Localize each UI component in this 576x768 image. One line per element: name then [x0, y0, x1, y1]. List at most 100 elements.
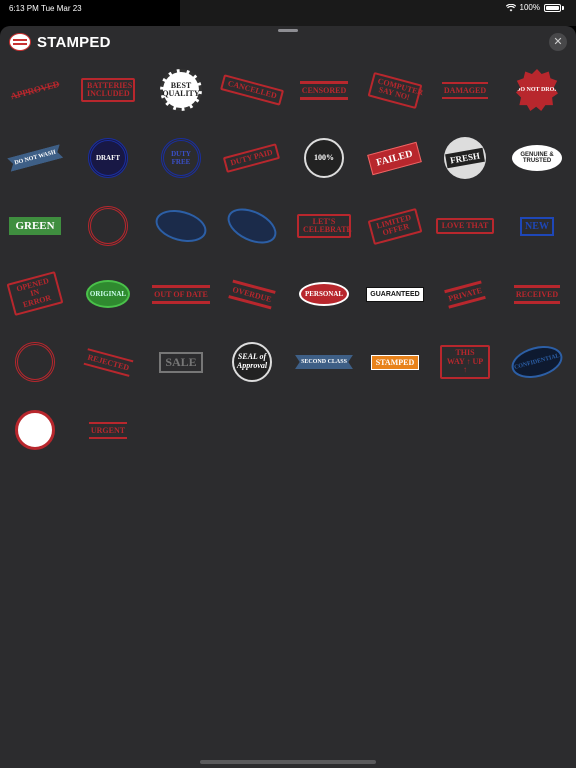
- app-title: STAMPED: [37, 34, 111, 51]
- close-button[interactable]: ✕: [549, 33, 567, 51]
- sticker-cancelled[interactable]: CANCELLED: [219, 62, 285, 118]
- sticker-label: CANCELLED: [219, 74, 285, 106]
- sticker-label: GREEN: [9, 217, 61, 235]
- sticker-label: APPROVED: [9, 78, 61, 102]
- sticker-censored[interactable]: CENSORED: [292, 62, 356, 118]
- sticker-computer-say-no[interactable]: COMPUTER SAY NO!: [363, 62, 427, 118]
- app-icon: [9, 33, 31, 51]
- status-date: Tue Mar 23: [41, 4, 82, 13]
- sticker-damaged[interactable]: DAMAGED: [433, 62, 497, 118]
- sticker-personal[interactable]: PERSONAL: [292, 266, 356, 322]
- sticker-label: [152, 204, 210, 248]
- sticker-label: FRESH: [445, 147, 485, 169]
- sticker-approved[interactable]: APPROVED: [3, 62, 67, 118]
- status-right: 100%: [505, 3, 564, 12]
- sticker-label: REJECTED: [83, 347, 133, 377]
- sticker-duty-free[interactable]: DUTY FREE: [149, 130, 213, 186]
- sticker-label: RECEIVED: [513, 284, 561, 304]
- sticker-label: LET'S CELEBRATE: [297, 213, 352, 239]
- sticker-label: DAMAGED: [441, 81, 489, 99]
- sticker-genuine-trusted[interactable]: GENUINE & TRUSTED: [505, 130, 569, 186]
- sticker-label: OVERDUE: [228, 279, 276, 309]
- sticker-guaranteed[interactable]: GUARANTEED: [363, 266, 427, 322]
- battery-cap: [562, 5, 564, 10]
- sticker-do-not-wash[interactable]: DO NOT WASH: [3, 130, 67, 186]
- sticker-label: GENUINE & TRUSTED: [512, 145, 562, 171]
- sticker-label: PERSONAL: [299, 282, 349, 306]
- sticker-this-way-up[interactable]: THIS WAY ↑ UP ↑: [433, 334, 497, 390]
- home-indicator: [200, 760, 376, 764]
- sticker-label: BATTERIES INCLUDED: [81, 77, 135, 103]
- sticker-label: FAILED: [367, 141, 423, 175]
- sticker-received[interactable]: RECEIVED: [505, 266, 569, 322]
- sticker-label: DUTY FREE: [161, 138, 201, 178]
- sticker-sheet: STAMPED ✕ APPROVED BATTERIES INCLUDED BE…: [0, 26, 576, 768]
- sticker-label: SECOND CLASS: [295, 355, 353, 369]
- sticker-fresh[interactable]: FRESH: [433, 130, 497, 186]
- sticker-label: SALE: [159, 351, 203, 373]
- sticker-badge: FRESH: [444, 137, 486, 179]
- sticker-limited-offer[interactable]: LIMITED OFFER: [363, 198, 427, 254]
- sticker-label: ORIGINAL: [86, 280, 130, 308]
- sticker-label: OUT OF DATE: [152, 284, 210, 304]
- sticker-label: CENSORED: [299, 80, 349, 100]
- status-bar: 6:13 PM Tue Mar 23 100%: [0, 0, 576, 26]
- sticker-recycle-seal[interactable]: [3, 334, 67, 390]
- sticker-label: THIS WAY ↑ UP ↑: [440, 345, 490, 379]
- sticker-love-that[interactable]: LOVE THAT: [433, 198, 497, 254]
- sticker-private[interactable]: PRIVATE: [433, 266, 497, 322]
- sticker-stamped[interactable]: STAMPED: [363, 334, 427, 390]
- sticker-label: CONFIDENTIAL: [508, 340, 566, 384]
- sticker-confidential[interactable]: CONFIDENTIAL: [505, 334, 569, 390]
- sticker-blue-oval[interactable]: [149, 198, 213, 254]
- sticker-label: BEST QUALITY: [160, 69, 202, 111]
- sticker-lets-celebrate[interactable]: LET'S CELEBRATE: [292, 198, 356, 254]
- sticker-100-percent[interactable]: 100%: [292, 130, 356, 186]
- sticker-failed[interactable]: FAILED: [363, 130, 427, 186]
- sticker-sale[interactable]: SALE: [149, 334, 213, 390]
- sticker-label: STAMPED: [370, 354, 420, 370]
- sticker-duty-paid[interactable]: DUTY PAID: [220, 130, 284, 186]
- sticker-red-seal[interactable]: [76, 198, 140, 254]
- battery-percent: 100%: [519, 3, 540, 12]
- sticker-label: PRIVATE: [443, 279, 486, 309]
- sticker-label: GUARANTEED: [366, 286, 424, 302]
- sheet-header: STAMPED ✕: [0, 26, 576, 62]
- sticker-out-of-date[interactable]: OUT OF DATE: [149, 266, 213, 322]
- sticker-label: [88, 206, 128, 246]
- sticker-label: DRAFT: [88, 138, 128, 178]
- sticker-grid: APPROVED BATTERIES INCLUDED BEST QUALITY…: [0, 62, 576, 462]
- sticker-blue-oval-2[interactable]: [220, 198, 284, 254]
- sticker-original[interactable]: ORIGINAL: [76, 266, 140, 322]
- sticker-seal-of-approval[interactable]: SEAL of Approval: [220, 334, 284, 390]
- sticker-label: DO NOT WASH: [7, 144, 63, 172]
- sticker-label: DO NOT DROP: [516, 69, 558, 111]
- sticker-best-quality[interactable]: BEST QUALITY: [149, 62, 213, 118]
- sticker-do-not-drop[interactable]: DO NOT DROP: [505, 62, 569, 118]
- sticker-label: LIMITED OFFER: [367, 207, 423, 245]
- sticker-label: 100%: [304, 138, 344, 178]
- sticker-opened-in-error[interactable]: OPENED IN ERROR: [3, 266, 67, 322]
- sticker-batteries-included[interactable]: BATTERIES INCLUDED: [76, 62, 140, 118]
- sticker-label: LOVE THAT: [435, 217, 495, 235]
- sticker-label: [15, 342, 55, 382]
- sticker-second-class[interactable]: SECOND CLASS: [292, 334, 356, 390]
- sticker-overdue[interactable]: OVERDUE: [220, 266, 284, 322]
- sticker-draft[interactable]: DRAFT: [76, 130, 140, 186]
- sticker-green[interactable]: GREEN: [3, 198, 67, 254]
- wifi-icon: [505, 3, 516, 11]
- sticker-label: URGENT: [88, 421, 128, 439]
- sticker-rejected[interactable]: REJECTED: [76, 334, 140, 390]
- battery-icon: [544, 3, 561, 12]
- sticker-label: NEW: [520, 216, 554, 236]
- sticker-label: OPENED IN ERROR: [6, 271, 64, 317]
- sticker-sealed-badge[interactable]: [3, 402, 67, 458]
- sticker-new[interactable]: NEW: [505, 198, 569, 254]
- sticker-label: DUTY PAID: [223, 142, 281, 174]
- sticker-label: COMPUTER SAY NO!: [367, 71, 424, 109]
- sticker-label: [222, 201, 282, 251]
- sticker-label: [15, 410, 55, 450]
- status-time: 6:13 PM: [9, 4, 39, 13]
- sticker-label: SEAL of Approval: [232, 342, 272, 382]
- sticker-urgent[interactable]: URGENT: [76, 402, 140, 458]
